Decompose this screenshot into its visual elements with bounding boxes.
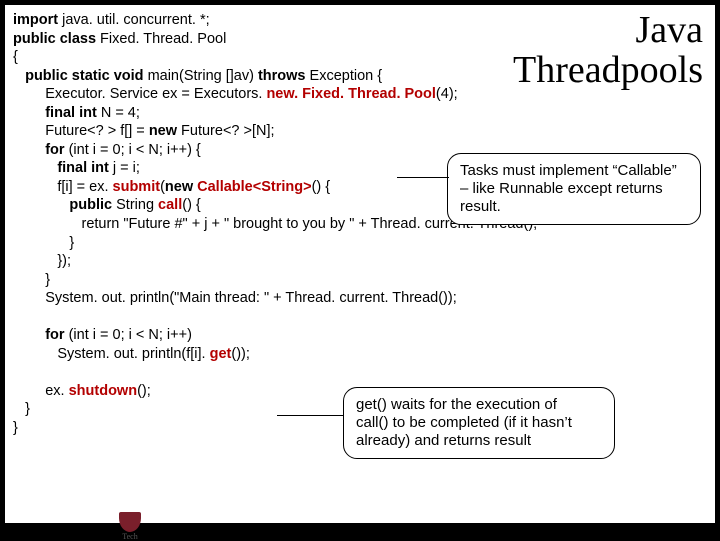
slide-title: Java Threadpools [513, 11, 703, 91]
kw-public: public [13, 197, 116, 213]
shield-icon [119, 512, 141, 532]
kw-new2: new [165, 179, 197, 195]
callout1-l3: result. [460, 198, 501, 215]
t: } [13, 235, 74, 251]
kw-import: import [13, 12, 62, 28]
leader-line-1 [397, 177, 449, 178]
slide: Java Threadpools import java. util. conc… [4, 4, 716, 524]
callout-callable: Tasks must implement “Callable” – like R… [447, 153, 701, 225]
t: ex. [13, 383, 69, 399]
t: Fixed. Thread. Pool [100, 31, 226, 47]
call-callable: Callable<String> [197, 179, 311, 195]
kw-psv: public static void [13, 68, 148, 84]
kw-for2: for [13, 327, 69, 343]
leader-line-2 [277, 415, 343, 416]
t: () { [182, 197, 201, 213]
callout1-l1: Tasks must implement “Callable” [460, 162, 677, 179]
t: (4); [436, 86, 458, 102]
call-shutdown: shutdown [69, 383, 137, 399]
t [13, 309, 17, 325]
callout-get: get() waits for the execution of call() … [343, 387, 615, 459]
t: System. out. println("Main thread: " + T… [13, 290, 457, 306]
t: (); [137, 383, 151, 399]
kw-new: new [149, 123, 181, 139]
t: String [116, 197, 158, 213]
t: i = 0; i < N; i++) { [93, 142, 201, 158]
t: }); [13, 253, 71, 269]
kw-for: for [13, 142, 69, 158]
callout2-l1: get() waits for the execution of [356, 396, 557, 413]
call-submit: submit [113, 179, 161, 195]
t: Executor. Service ex = Executors. [13, 86, 266, 102]
title-line-2: Threadpools [513, 49, 703, 91]
kw-final-int: final int [13, 105, 101, 121]
t [13, 364, 17, 380]
t: N = 4; [101, 105, 140, 121]
kw-final-int2: final int [13, 160, 113, 176]
call-call: call [158, 197, 182, 213]
t: Exception { [310, 68, 383, 84]
t: } [13, 401, 30, 417]
t: ()); [231, 346, 250, 362]
t: { [13, 49, 18, 65]
kw-throws: throws [258, 68, 310, 84]
footer-logo: Tech [115, 512, 145, 536]
t: System. out. println(f[i]. [13, 346, 210, 362]
t: Future<? > f[] = [13, 123, 149, 139]
t: i = 0; i < N; i++) [93, 327, 192, 343]
callout2-l2: call() to be completed (if it hasn’t [356, 414, 572, 431]
t: j = i; [113, 160, 140, 176]
t: } [13, 272, 50, 288]
kw-public-class: public class [13, 31, 100, 47]
t: } [13, 420, 18, 436]
t: java. util. concurrent. *; [62, 12, 210, 28]
t: () { [312, 179, 331, 195]
t: f[i] = ex. [13, 179, 113, 195]
call-get: get [210, 346, 232, 362]
t: main(String []av) [148, 68, 258, 84]
callout1-l2: – like Runnable except returns [460, 180, 663, 197]
title-line-1: Java [635, 9, 703, 51]
call-newpool: new. Fixed. Thread. Pool [266, 86, 435, 102]
callout2-l3: already) and returns result [356, 432, 531, 449]
t: Future<? >[N]; [181, 123, 275, 139]
t: (int [69, 327, 93, 343]
t: (int [69, 142, 93, 158]
